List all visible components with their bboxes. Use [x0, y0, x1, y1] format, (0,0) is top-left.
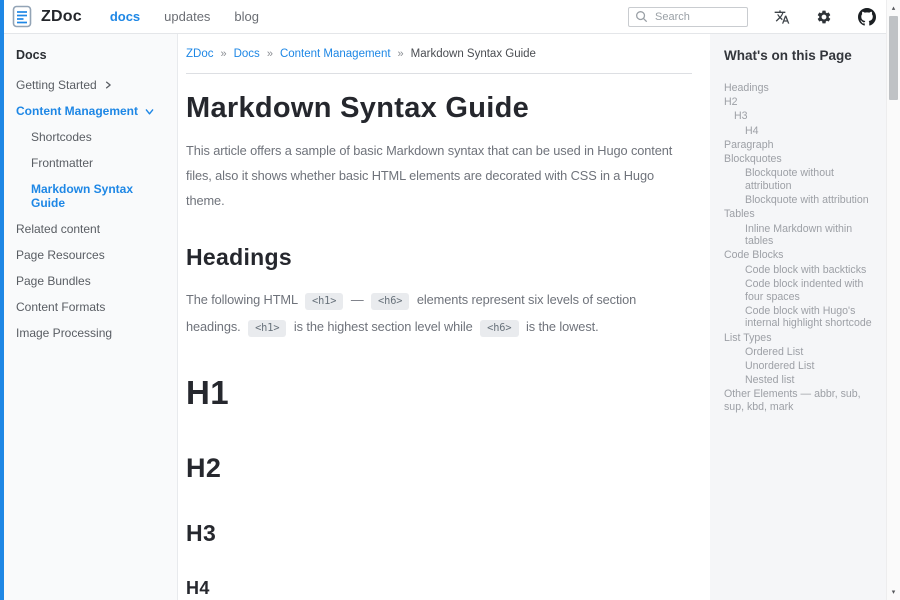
toc-item-nested-list[interactable]: Nested list [724, 374, 872, 387]
toc-item-headings[interactable]: Headings [724, 82, 872, 95]
inline-code: <h1> [305, 293, 343, 310]
sidebar-item-label: Image Processing [16, 326, 112, 340]
toc-list: HeadingsH2H3H4ParagraphBlockquotesBlockq… [724, 82, 872, 414]
scroll-up-button[interactable]: ▴ [887, 0, 900, 16]
sidebar-item-page-resources[interactable]: Page Resources [16, 242, 169, 268]
main-content: ZDoc » Docs » Content Management » Markdown Sy… [178, 34, 710, 600]
demo-heading-h3: H3 [186, 520, 692, 547]
github-icon[interactable] [858, 8, 876, 26]
toc-title: What's on this Page [724, 48, 872, 63]
nav-link-blog[interactable]: blog [234, 9, 259, 24]
breadcrumb-item-zdoc[interactable]: ZDoc [186, 48, 213, 60]
breadcrumb-item-docs[interactable]: Docs [234, 48, 260, 60]
inline-code: <h1> [248, 320, 286, 337]
demo-heading-h1: H1 [186, 374, 692, 412]
toc-item-ordered-list[interactable]: Ordered List [724, 346, 872, 359]
toc-item-h4[interactable]: H4 [724, 125, 872, 138]
toc-item-blockquote-without-attribution[interactable]: Blockquote without attribution [724, 167, 872, 192]
sidebar-item-related-content[interactable]: Related content [16, 216, 169, 242]
scroll-down-button[interactable]: ▾ [887, 584, 900, 600]
paragraph-text: — [347, 292, 367, 307]
sidebar-item-getting-started[interactable]: Getting Started [16, 72, 169, 98]
breadcrumb-separator: » [220, 48, 226, 60]
toc-panel: What's on this Page HeadingsH2H3 H4Paragr… [710, 34, 886, 600]
scrollbar-thumb[interactable] [889, 16, 898, 100]
toc-item-blockquotes[interactable]: Blockquotes [724, 153, 872, 166]
translate-icon[interactable] [774, 9, 790, 25]
breadcrumb-divider [186, 73, 692, 74]
nav-link-docs[interactable]: docs [110, 9, 140, 24]
breadcrumb-item-content-management[interactable]: Content Management [280, 48, 391, 60]
toc-item-list-types[interactable]: List Types [724, 332, 872, 345]
sidebar-item-label: Getting Started [16, 78, 97, 92]
toc-item-paragraph[interactable]: Paragraph [724, 139, 872, 152]
paragraph-text: is the highest section level while [290, 319, 476, 334]
headings-section-title: Headings [186, 244, 692, 271]
sidebar-item-label: Markdown Syntax Guide [31, 182, 169, 210]
toc-item-code-block-indented-with-four-spaces[interactable]: Code block indented with four spaces [724, 278, 872, 303]
toc-item-other-elements-abbr-sub-sup-kbd-mark[interactable]: Other Elements — abbr, sub, sup, kbd, ma… [724, 388, 872, 413]
sidebar-item-page-bundles[interactable]: Page Bundles [16, 268, 169, 294]
nav-link-updates[interactable]: updates [164, 9, 210, 24]
sidebar-item-label: Shortcodes [31, 130, 92, 144]
sidebar-item-content-formats[interactable]: Content Formats [16, 294, 169, 320]
heading-level-demos: H1H2H3H4H5H6 [186, 374, 692, 600]
breadcrumb-separator: » [398, 48, 404, 60]
toc-item-h3[interactable]: H3 [724, 110, 872, 123]
paragraph-text: is the lowest. [523, 319, 599, 334]
inline-code: <h6> [371, 293, 409, 310]
sidebar-item-shortcodes[interactable]: Shortcodes [16, 124, 169, 150]
toc-item-inline-markdown-within-tables[interactable]: Inline Markdown within tables [724, 223, 872, 248]
sidebar-item-label: Frontmatter [31, 156, 93, 170]
brand-name: ZDoc [41, 8, 82, 26]
toc-item-unordered-list[interactable]: Unordered List [724, 360, 872, 373]
breadcrumb: ZDoc » Docs » Content Management » Markdown Sy… [186, 48, 692, 60]
settings-gear-icon[interactable] [816, 9, 832, 25]
sidebar-item-label: Page Resources [16, 248, 105, 262]
sidebar-items: Getting Started Content Management Shortco… [16, 72, 169, 346]
chevron-right-icon [103, 80, 113, 90]
chevron-down-icon [144, 106, 155, 117]
toc-item-blockquote-with-attribution[interactable]: Blockquote with attribution [724, 194, 872, 207]
toc-item-h2[interactable]: H2 [724, 96, 872, 109]
headings-paragraph: The following HTML <h1> — <h6> elements … [186, 287, 692, 341]
toc-item-code-block-with-hugo-s-internal-highlight-shortcode[interactable]: Code block with Hugo's internal highligh… [724, 305, 872, 330]
search-box [628, 7, 748, 27]
sidebar-item-image-processing[interactable]: Image Processing [16, 320, 169, 346]
app-window: ZDoc docs updates blog [0, 0, 900, 600]
brand-logo[interactable]: ZDoc [12, 5, 82, 28]
demo-heading-h4: H4 [186, 578, 692, 599]
article-intro: This article offers a sample of basic Ma… [186, 139, 692, 214]
top-navbar: ZDoc docs updates blog [4, 0, 886, 34]
sidebar-item-content-management[interactable]: Content Management [16, 98, 169, 124]
sidebar-item-markdown-syntax-guide[interactable]: Markdown Syntax Guide [16, 176, 169, 216]
paragraph-text: The following HTML [186, 292, 301, 307]
sidebar-item-label: Page Bundles [16, 274, 91, 288]
search-input[interactable] [653, 10, 741, 24]
vertical-scrollbar[interactable]: ▴ ▾ [886, 0, 900, 600]
demo-heading-h2: H2 [186, 453, 692, 484]
docs-sidebar: Docs Getting Started Content Management Sh… [4, 34, 178, 600]
search-icon [635, 10, 648, 23]
sidebar-item-frontmatter[interactable]: Frontmatter [16, 150, 169, 176]
toc-item-code-block-with-backticks[interactable]: Code block with backticks [724, 264, 872, 277]
nav-links: docs updates blog [110, 9, 283, 24]
page-title: Markdown Syntax Guide [186, 92, 692, 125]
sidebar-item-label: Content Management [16, 104, 138, 118]
toc-item-tables[interactable]: Tables [724, 208, 872, 221]
inline-code: <h6> [480, 320, 518, 337]
sidebar-item-label: Content Formats [16, 300, 105, 314]
toc-item-code-blocks[interactable]: Code Blocks [724, 249, 872, 262]
breadcrumb-item-markdown-syntax-guide: Markdown Syntax Guide [411, 48, 536, 60]
sidebar-item-label: Related content [16, 222, 100, 236]
breadcrumb-separator: » [267, 48, 273, 60]
document-logo-icon [12, 5, 33, 28]
sidebar-title: Docs [16, 48, 169, 62]
